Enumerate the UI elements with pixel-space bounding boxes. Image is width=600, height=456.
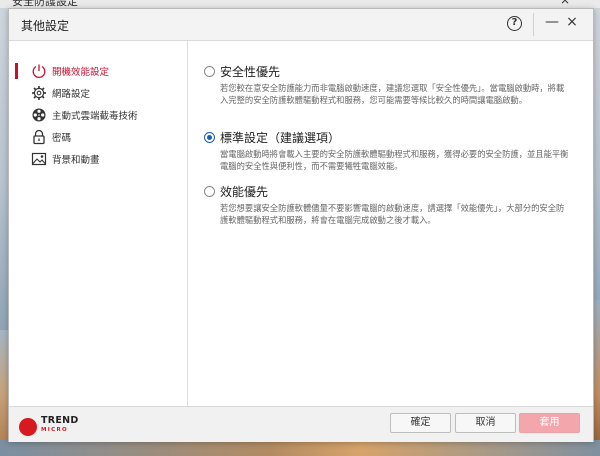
apply-button[interactable]: 套用 bbox=[519, 413, 580, 433]
background-window-titlebar: 安全防護設定 × bbox=[0, 0, 600, 8]
cancel-button[interactable]: 取消 bbox=[455, 413, 516, 433]
minimize-icon[interactable]: — bbox=[545, 14, 559, 34]
sidebar-item-label: 主動式雲端截毒技術 bbox=[52, 111, 138, 122]
radio-security-first[interactable] bbox=[204, 66, 215, 77]
sidebar-item-label: 網路設定 bbox=[52, 89, 91, 100]
trend-micro-logo: TREND MICRO bbox=[19, 416, 89, 438]
option-title: 效能優先 bbox=[220, 185, 269, 199]
sidebar-item-startup-performance[interactable]: 開機效能設定 bbox=[15, 61, 185, 81]
radio-standard-recommended[interactable] bbox=[204, 132, 215, 143]
desktop-wallpaper-bottom bbox=[0, 440, 600, 456]
option-description: 當電腦啟動時將會載入主要的安全防護軟體驅動程式和服務，獲得必要的安全防護，並且能… bbox=[220, 149, 569, 171]
sidebar-item-smart-protection[interactable]: 主動式雲端截毒技術 bbox=[15, 105, 185, 125]
sidebar-item-label: 背景和動畫 bbox=[52, 155, 100, 166]
sidebar-item-network[interactable]: 網路設定 bbox=[15, 83, 185, 103]
background-window-close-icon[interactable]: × bbox=[560, 0, 570, 7]
logo-text: TREND bbox=[41, 415, 79, 426]
option-description: 若您較在意安全防護能力而非電腦啟動速度，建議您選取「安全性優先」。當電腦啟動時，… bbox=[220, 83, 565, 105]
settings-dialog: 其他設定 ? — × 開機效能設定 網路設定 主動式雲端截毒技術 密碼 背景和動… bbox=[8, 8, 594, 442]
dialog-titlebar: 其他設定 ? — × bbox=[9, 9, 593, 41]
logo-subtext: MICRO bbox=[41, 427, 68, 433]
image-icon bbox=[31, 152, 47, 166]
close-icon[interactable]: × bbox=[565, 14, 579, 34]
help-icon[interactable]: ? bbox=[507, 16, 522, 31]
trend-micro-logo-mark bbox=[19, 418, 37, 436]
sidebar-item-label: 密碼 bbox=[52, 133, 72, 144]
radio-performance-first[interactable] bbox=[204, 186, 215, 197]
dialog-title: 其他設定 bbox=[21, 19, 70, 33]
sidebar-item-background-animation[interactable]: 背景和動畫 bbox=[15, 149, 185, 169]
sidebar-item-password[interactable]: 密碼 bbox=[15, 127, 185, 147]
titlebar-divider bbox=[533, 13, 534, 36]
gear-icon bbox=[32, 86, 46, 100]
dialog-footer: TREND MICRO 確定 取消 套用 bbox=[9, 406, 593, 442]
sidebar-item-label: 開機效能設定 bbox=[52, 67, 110, 78]
background-window-title: 安全防護設定 bbox=[12, 0, 78, 8]
option-description: 若您想要讓安全防護軟體儘量不要影響電腦的啟動速度，請選擇「效能優先」，大部分的安… bbox=[220, 203, 565, 225]
option-title: 標準設定（建議選項） bbox=[220, 131, 341, 145]
active-indicator bbox=[15, 63, 18, 79]
lock-icon bbox=[33, 129, 45, 145]
confirm-button[interactable]: 確定 bbox=[390, 413, 451, 433]
power-icon bbox=[32, 64, 46, 79]
option-title: 安全性優先 bbox=[220, 65, 281, 79]
film-reel-icon bbox=[32, 108, 46, 122]
startup-performance-panel: 安全性優先 若您較在意安全防護能力而非電腦啟動速度，建議您選取「安全性優先」。當… bbox=[189, 41, 593, 406]
settings-sidebar: 開機效能設定 網路設定 主動式雲端截毒技術 密碼 背景和動畫 bbox=[9, 41, 188, 406]
